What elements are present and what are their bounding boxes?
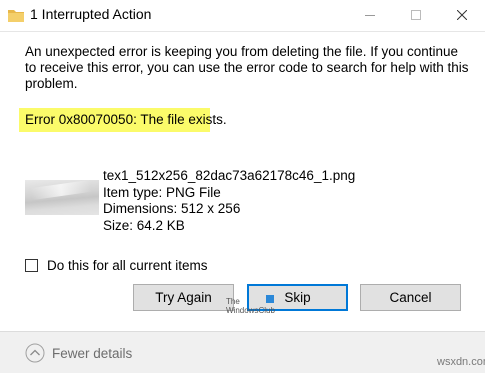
footer: Fewer details wsxdn.com — [0, 331, 485, 373]
error-code-text: Error 0x80070050: The file exists. — [25, 112, 227, 127]
file-size: Size: 64.2 KB — [103, 217, 185, 233]
site-watermark: wsxdn.com — [437, 356, 485, 368]
maximize-button[interactable] — [393, 0, 439, 31]
skip-label: Skip — [284, 290, 311, 305]
close-button[interactable] — [439, 0, 485, 31]
file-thumbnail — [25, 180, 99, 215]
maximize-icon — [411, 10, 421, 20]
try-again-button[interactable]: Try Again — [133, 284, 234, 311]
cancel-button[interactable]: Cancel — [360, 284, 461, 311]
window-title: 1 Interrupted Action — [30, 6, 152, 22]
file-name: tex1_512x256_82dac73a62178c46_1.png — [103, 168, 356, 183]
title-bar: 1 Interrupted Action — [0, 0, 485, 32]
windowsclub-watermark: The WindowsClub — [226, 297, 275, 315]
all-items-checkbox-label[interactable]: Do this for all current items — [47, 258, 208, 273]
folder-icon — [8, 8, 24, 22]
file-type: Item type: PNG File — [103, 184, 221, 200]
error-message: An unexpected error is keeping you from … — [25, 44, 469, 91]
chevron-up-icon[interactable] — [25, 343, 45, 363]
file-dimensions: Dimensions: 512 x 256 — [103, 201, 241, 216]
fewer-details-link[interactable]: Fewer details — [52, 346, 132, 361]
minimize-button[interactable] — [347, 0, 393, 31]
close-icon — [457, 10, 467, 20]
all-items-checkbox[interactable] — [25, 259, 38, 272]
file-info: tex1_512x256_82dac73a62178c46_1.png Item… — [103, 168, 355, 234]
minimize-icon — [365, 15, 375, 16]
